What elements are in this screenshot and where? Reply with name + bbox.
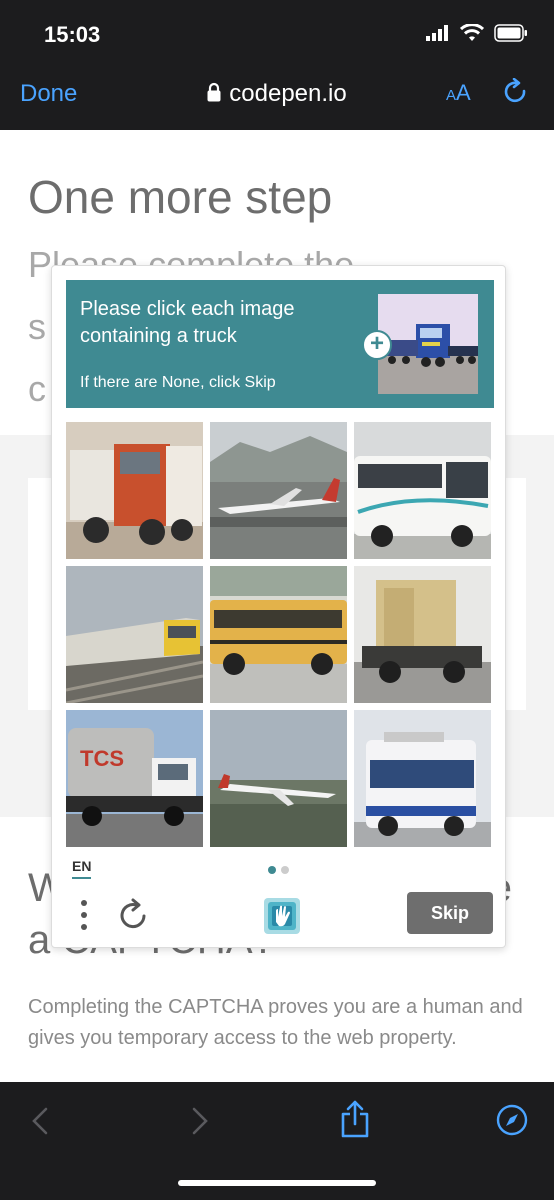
refresh-challenge-icon[interactable] (116, 898, 150, 937)
forward-icon[interactable] (190, 1106, 210, 1141)
hcaptcha-logo-icon (258, 894, 306, 943)
captcha-modal: Please click each image containing a tru… (51, 265, 506, 948)
reload-icon[interactable] (502, 77, 530, 113)
reader-settings-button[interactable]: AA (446, 80, 471, 106)
captcha-prompt: Please click each image containing a tru… (66, 280, 494, 408)
prompt-instructions: If there are None, click Skip (80, 374, 276, 391)
page-description: Completing the CAPTCHA proves you are a … (28, 996, 523, 1049)
captcha-tile-6[interactable] (354, 566, 491, 703)
captcha-tile-2[interactable] (210, 422, 347, 559)
page-dot (281, 866, 289, 874)
example-image[interactable] (378, 294, 478, 394)
captcha-tile-1[interactable] (66, 422, 203, 559)
captcha-tile-4[interactable] (66, 566, 203, 703)
menu-icon[interactable] (78, 898, 90, 932)
compass-icon[interactable] (496, 1104, 528, 1141)
expand-example-icon[interactable]: + (362, 330, 392, 360)
back-icon[interactable] (30, 1106, 50, 1141)
url-text: codepen.io (229, 80, 347, 107)
battery-icon (494, 24, 527, 42)
prompt-title: Please click each image containing a tru… (80, 298, 295, 347)
wifi-icon (460, 24, 484, 41)
share-icon[interactable] (340, 1100, 370, 1143)
captcha-tile-8[interactable] (210, 710, 347, 847)
signal-icon (426, 25, 448, 41)
page-indicator (268, 866, 289, 874)
captcha-tile-7[interactable]: TCS (66, 710, 203, 847)
page-dot-active (268, 866, 276, 874)
status-time: 15:03 (44, 22, 101, 47)
language-selector[interactable]: EN (72, 858, 92, 879)
svg-text:TCS: TCS (80, 746, 124, 771)
lock-icon (207, 81, 221, 109)
captcha-tile-5[interactable] (210, 566, 347, 703)
captcha-tile-3[interactable] (354, 422, 491, 559)
page-title: One more step (28, 171, 333, 223)
browser-top-bar: 15:03 Done codepen.io AA (0, 0, 554, 130)
skip-button[interactable]: Skip (407, 892, 493, 934)
home-indicator (178, 1180, 376, 1186)
status-icons (426, 24, 528, 42)
captcha-tile-9[interactable] (354, 710, 491, 847)
